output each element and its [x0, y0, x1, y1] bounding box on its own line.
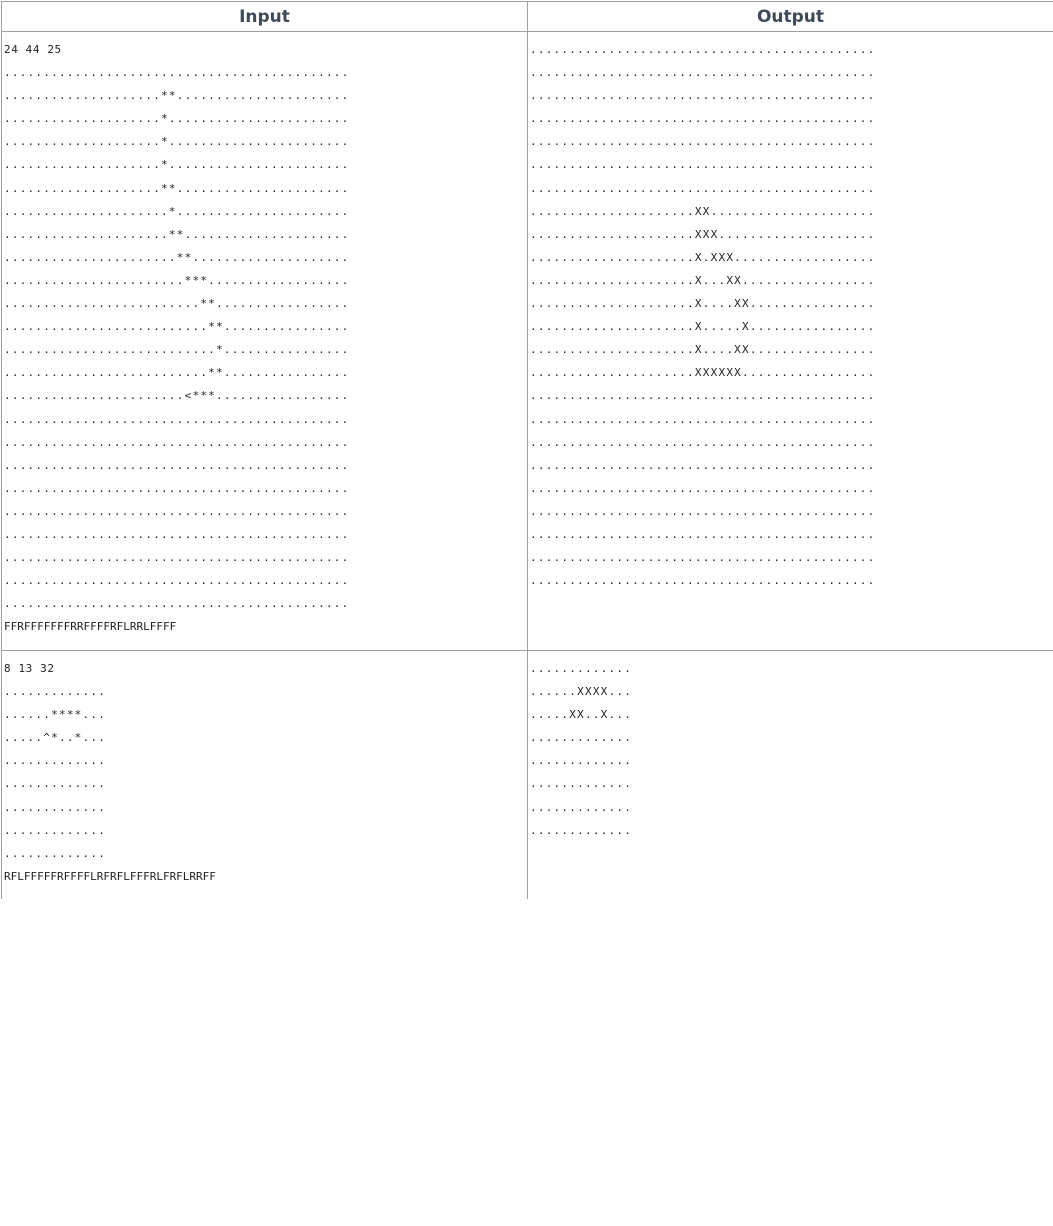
input-grid-row: .....^*..*...	[4, 731, 107, 745]
example-row-1: 24 44 25................................…	[1, 31, 1053, 651]
input-grid-row: .....................*..................…	[4, 204, 350, 218]
sample-tests-table: Input Output 24 44 25...................…	[1, 1, 1053, 899]
output-grid-row: ........................................…	[530, 551, 876, 565]
output-grid-row: ........................................…	[530, 89, 876, 103]
input-commands-line: FFRFFFFFFFRRFFFFRFLRRLFFFF	[4, 620, 177, 634]
example-1-input-block: 24 44 25................................…	[2, 32, 527, 638]
input-grid-row: ........................................…	[4, 504, 350, 518]
input-commands-line: RFLFFFFFRFFFFLRFRFLFFFRLFRFLRRFF	[4, 869, 216, 883]
input-grid-row: ........................................…	[4, 435, 350, 449]
input-grid-row: .............	[4, 800, 107, 814]
output-grid-row: .....................X....XX............…	[530, 297, 876, 311]
input-grid-row: ..........................**............…	[4, 366, 350, 380]
example-1-output-block: ........................................…	[528, 32, 1053, 592]
input-grid-row: ........................................…	[4, 412, 350, 426]
output-grid-row: ......XXXX...	[530, 685, 633, 699]
output-grid-row: .....................XXX................…	[530, 227, 876, 241]
output-grid-row: .............	[530, 662, 633, 675]
input-grid-row: .............	[4, 685, 107, 699]
input-grid-row: .............	[4, 777, 107, 791]
example-2-output-block: ............. ......XXXX... .....XX..X....…	[528, 651, 1053, 842]
output-grid-row: .............	[530, 754, 633, 768]
example-2-input-block: 8 13 32............. ......****... .....^*…	[2, 651, 527, 888]
input-grid-row: ..........................**............…	[4, 320, 350, 334]
example-1-input-cell: 24 44 25................................…	[1, 31, 528, 651]
input-grid-row: ...........................*............…	[4, 343, 350, 357]
input-grid-row: .............	[4, 754, 107, 768]
output-grid-row: ........................................…	[530, 412, 876, 426]
input-grid-row: ....................**..................…	[4, 89, 350, 103]
output-grid-row: .....................XX.................…	[530, 204, 876, 218]
output-grid-row: .............	[530, 800, 633, 814]
output-column-header: Output	[527, 1, 1053, 32]
input-grid-row: .........................**.............…	[4, 297, 350, 311]
input-column-header: Input	[1, 1, 528, 32]
input-grid-row: ....................*...................…	[4, 158, 350, 172]
output-grid-row: ........................................…	[530, 527, 876, 541]
output-grid-row: ........................................…	[530, 504, 876, 518]
header-row: Input Output	[1, 1, 1053, 32]
input-grid-row: ........................................…	[4, 574, 350, 588]
input-grid-row: ....................*...................…	[4, 135, 350, 149]
output-grid-row: .....................XXXXXX.............…	[530, 366, 876, 380]
example-1-output-cell: ........................................…	[527, 31, 1053, 651]
output-grid-row: .....................X...XX.............…	[530, 273, 876, 287]
output-grid-row: .............	[530, 823, 633, 837]
output-grid-row: .............	[530, 777, 633, 791]
example-row-2: 8 13 32............. ......****... .....^*…	[1, 650, 1053, 899]
input-grid-row: .......................***..............…	[4, 273, 350, 287]
example-2-output-cell: ............. ......XXXX... .....XX..X....…	[527, 650, 1053, 899]
input-grid-row: ........................................…	[4, 66, 350, 80]
input-grid-row: ........................................…	[4, 527, 350, 541]
input-grid-row: ....................*...................…	[4, 112, 350, 126]
input-grid-row: ......................**................…	[4, 250, 350, 264]
output-grid-row: ........................................…	[530, 574, 876, 588]
input-first-line: 24 44 25	[4, 43, 62, 56]
input-first-line: 8 13 32	[4, 662, 55, 675]
output-grid-row: ........................................…	[530, 66, 876, 80]
output-grid-row: .............	[530, 731, 633, 745]
output-grid-row: ........................................…	[530, 481, 876, 495]
output-grid-row: .....................X.....X............…	[530, 320, 876, 334]
output-grid-row: ........................................…	[530, 135, 876, 149]
input-grid-row: .............	[4, 823, 107, 837]
input-grid-row: .......................<***.............…	[4, 389, 350, 403]
output-grid-row: ........................................…	[530, 181, 876, 195]
input-grid-row: ........................................…	[4, 458, 350, 472]
output-grid-row: ........................................…	[530, 389, 876, 403]
input-grid-row: .............	[4, 846, 107, 860]
output-grid-row: ........................................…	[530, 458, 876, 472]
output-grid-row: .....XX..X...	[530, 708, 633, 722]
input-grid-row: ........................................…	[4, 597, 350, 611]
input-grid-row: ....................**..................…	[4, 181, 350, 195]
input-grid-row: .....................**.................…	[4, 227, 350, 241]
output-grid-row: ........................................…	[530, 435, 876, 449]
example-2-input-cell: 8 13 32............. ......****... .....^*…	[1, 650, 528, 899]
input-grid-row: ........................................…	[4, 551, 350, 565]
input-grid-row: ......****...	[4, 708, 107, 722]
output-grid-row: ........................................…	[530, 158, 876, 172]
input-grid-row: ........................................…	[4, 481, 350, 495]
output-grid-row: .....................X....XX............…	[530, 343, 876, 357]
output-grid-row: .....................X.XXX..............…	[530, 250, 876, 264]
output-grid-row: ........................................…	[530, 43, 876, 56]
output-grid-row: ........................................…	[530, 112, 876, 126]
